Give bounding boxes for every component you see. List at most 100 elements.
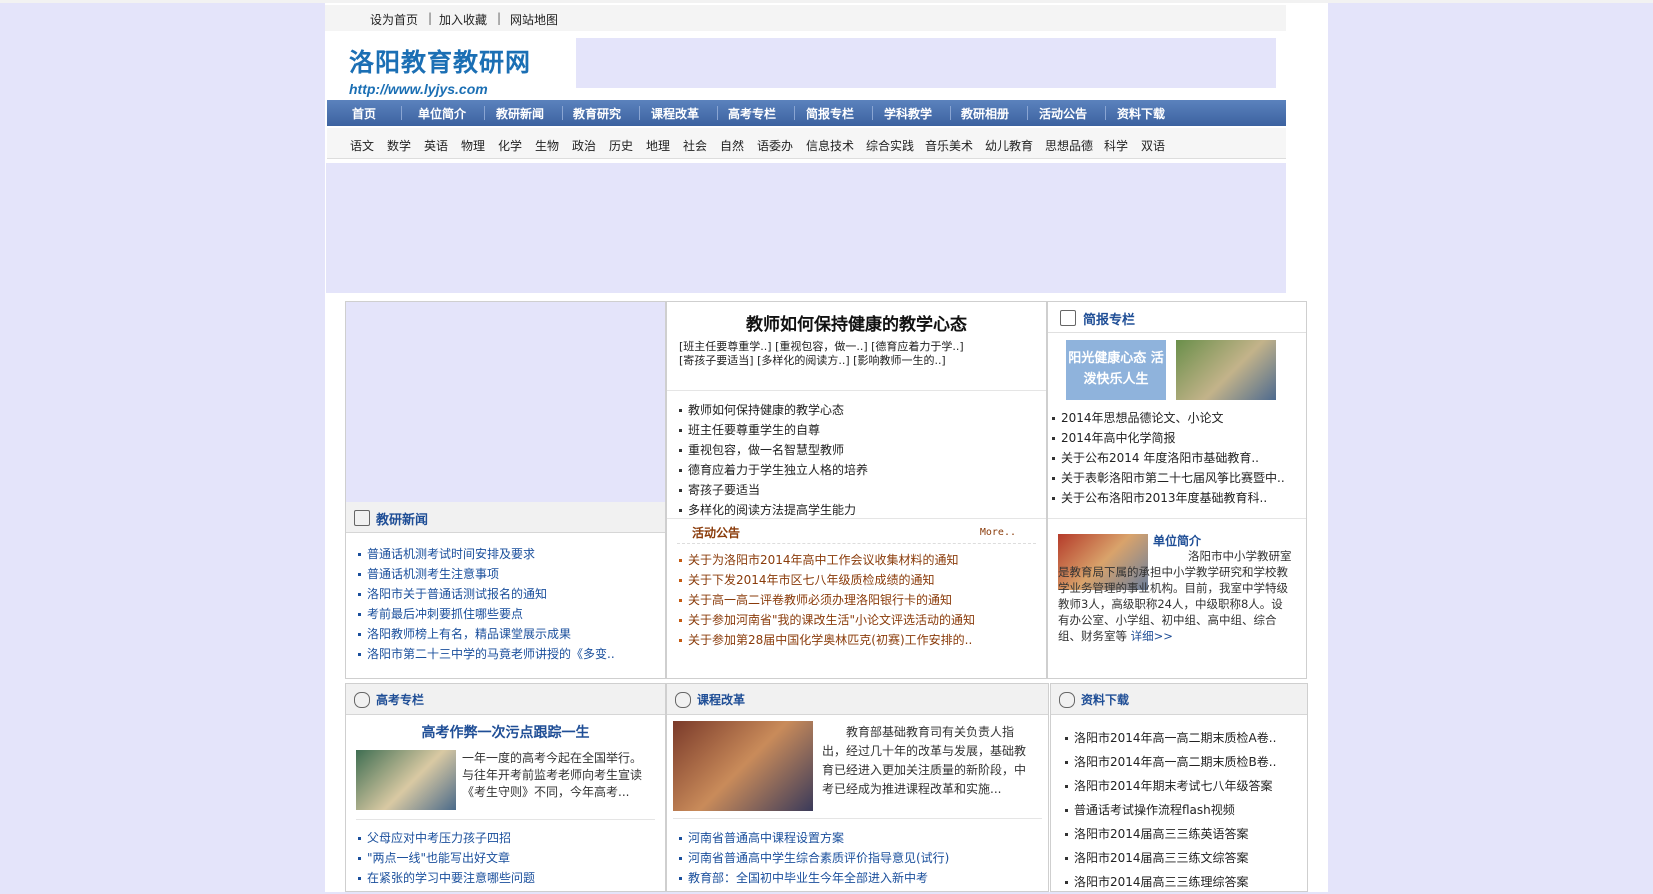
list-item[interactable]: 关于高一高二评卷教师必须办理洛阳银行卡的通知 xyxy=(679,590,975,610)
site-map-link[interactable]: 网站地图 xyxy=(510,11,558,28)
logo-title: 洛阳教育教研网 xyxy=(349,48,532,77)
subject-link[interactable]: 音乐美术 xyxy=(925,137,973,154)
nav-item-subjects[interactable]: 学科教学 xyxy=(884,105,932,122)
nav-item-briefing[interactable]: 简报专栏 xyxy=(806,105,854,122)
separator: | xyxy=(428,11,433,25)
subject-link[interactable]: 历史 xyxy=(609,137,633,154)
subject-link[interactable]: 双语 xyxy=(1141,137,1165,154)
slideshow-placeholder[interactable] xyxy=(346,302,665,502)
center-column: 教师如何保持健康的教学心态 [班主任要尊重学..] [重视包容，做一..] [德… xyxy=(666,301,1047,679)
top-links-bar: 设为首页 | 加入收藏 | 网站地图 xyxy=(325,5,1286,31)
list-item[interactable]: 关于公布洛阳市2013年度基础教育科.. xyxy=(1052,488,1285,508)
headline-title[interactable]: 教师如何保持健康的教学心态 xyxy=(667,310,1046,335)
list-item[interactable]: 2014年思想品德论文、小论文 xyxy=(1052,408,1285,428)
list-item[interactable]: 教师如何保持健康的教学心态 xyxy=(679,400,868,420)
list-item[interactable]: 洛阳市2014届高三三练文综答案 xyxy=(1065,846,1276,870)
details-link[interactable]: 详细>> xyxy=(1131,629,1173,643)
list-item[interactable]: 关于公布2014 年度洛阳市基础教育.. xyxy=(1052,448,1285,468)
subject-link[interactable]: 英语 xyxy=(424,137,448,154)
list-item[interactable]: 洛阳市2014年高一高二期末质检B卷.. xyxy=(1065,750,1276,774)
list-item[interactable]: 洛阳教师榜上有名，精品课堂展示成果 xyxy=(358,624,615,644)
list-item[interactable]: 关于表彰洛阳市第二十七届风筝比赛暨中.. xyxy=(1052,468,1285,488)
list-item[interactable]: 普通话考试操作流程flash视频 xyxy=(1065,798,1276,822)
curriculum-summary: 教育部基础教育司有关负责人指出，经过几十年的改革与发展，基础教育已经进入更加关注… xyxy=(822,725,1027,796)
list-item[interactable]: 在紧张的学习中要注意哪些问题 xyxy=(358,868,535,888)
left-column: 教研新闻 普通话机测考试时间安排及要求 普通话机测考生注意事项 洛阳市关于普通话… xyxy=(345,301,666,679)
list-item[interactable]: 洛阳市2014届高三三练理综答案 xyxy=(1065,870,1276,894)
headline-links-1[interactable]: [班主任要尊重学..] [重视包容，做一..] [德育应着力于学..] xyxy=(679,340,964,354)
list-item[interactable]: 河南省普通高中课程设置方案 xyxy=(679,828,949,848)
list-item[interactable]: 关于为洛阳市2014年高中工作会议收集材料的通知 xyxy=(679,550,975,570)
list-item[interactable]: 洛阳市2014年高一高二期末质检A卷.. xyxy=(1065,726,1276,750)
nav-item-home[interactable]: 首页 xyxy=(352,105,376,122)
nav-item-album[interactable]: 教研相册 xyxy=(961,105,1009,122)
subject-link[interactable]: 生物 xyxy=(535,137,559,154)
list-item[interactable]: 洛阳市第二十三中学的马竟老师讲授的《多变.. xyxy=(358,644,615,664)
more-link[interactable]: More.. xyxy=(980,527,1016,538)
subject-link[interactable]: 自然 xyxy=(720,137,744,154)
site-logo[interactable]: 洛阳教育教研网 http://www.lyjys.com xyxy=(349,43,531,97)
subject-link[interactable]: 数学 xyxy=(387,137,411,154)
nav-item-unit[interactable]: 单位简介 xyxy=(418,105,466,122)
list-item[interactable]: 普通话机测考试时间安排及要求 xyxy=(358,544,615,564)
list-item[interactable]: 2014年高中化学简报 xyxy=(1052,428,1285,448)
subject-link[interactable]: 幼儿教育 xyxy=(985,137,1033,154)
list-item[interactable]: 关于下发2014年市区七八年级质检成绩的通知 xyxy=(679,570,975,590)
list-item[interactable]: 关于参加河南省"我的课改生活"小论文评选活动的通知 xyxy=(679,610,975,630)
nav-item-gaokao[interactable]: 高考专栏 xyxy=(728,105,776,122)
headline-list: 教师如何保持健康的教学心态 班主任要尊重学生的自尊 重视包容，做一名智慧型教师 … xyxy=(679,400,868,520)
subject-link[interactable]: 思想品德 xyxy=(1045,137,1093,154)
list-item[interactable]: 德育应着力于学生独立人格的培养 xyxy=(679,460,868,480)
subject-link[interactable]: 科学 xyxy=(1104,137,1128,154)
users-icon xyxy=(354,692,370,708)
list-item[interactable]: 父母应对中考压力孩子四招 xyxy=(358,828,535,848)
list-item[interactable]: 洛阳市2014年期末考试七八年级答案 xyxy=(1065,774,1276,798)
subject-link[interactable]: 社会 xyxy=(683,137,707,154)
edit-icon xyxy=(354,510,370,526)
add-favorite-link[interactable]: 加入收藏 xyxy=(439,11,487,28)
gaokao-header: 高考专栏 xyxy=(346,684,665,715)
nav-item-download[interactable]: 资料下载 xyxy=(1117,105,1165,122)
list-item[interactable]: "两点一线"也能写出好文章 xyxy=(358,848,535,868)
subject-link[interactable]: 信息技术 xyxy=(806,137,854,154)
nav-item-news[interactable]: 教研新闻 xyxy=(496,105,544,122)
nav-item-curriculum[interactable]: 课程改革 xyxy=(651,105,699,122)
briefing-photo[interactable] xyxy=(1176,340,1276,400)
main-banner-placeholder xyxy=(326,163,1286,293)
subject-link[interactable]: 地理 xyxy=(646,137,670,154)
list-item[interactable]: 普通话机测考生注意事项 xyxy=(358,564,615,584)
list-item[interactable]: 寄孩子要适当 xyxy=(679,480,868,500)
briefing-image[interactable]: 阳光健康心态 活泼快乐人生 xyxy=(1066,340,1166,400)
nav-item-activity[interactable]: 活动公告 xyxy=(1039,105,1087,122)
subject-link[interactable]: 物理 xyxy=(461,137,485,154)
curriculum-photo[interactable] xyxy=(673,721,813,811)
list-item[interactable]: 班主任要尊重学生的自尊 xyxy=(679,420,868,440)
list-item[interactable]: 重视包容，做一名智慧型教师 xyxy=(679,440,868,460)
list-item[interactable]: 教育部：全国初中毕业生今年全部进入新中考 xyxy=(679,868,949,888)
list-item[interactable]: 河南省普通高中学生综合素质评价指导意见(试行) xyxy=(679,848,949,868)
downloads-header: 资料下载 xyxy=(1051,684,1307,715)
download-icon xyxy=(1059,692,1075,708)
list-item[interactable]: 关于参加第28届中国化学奥林匹克(初赛)工作安排的.. xyxy=(679,630,975,650)
gaokao-headline[interactable]: 高考作弊一次污点跟踪一生 xyxy=(346,722,665,742)
list-item[interactable]: 多样化的阅读方法提高学生能力 xyxy=(679,500,868,520)
set-homepage-link[interactable]: 设为首页 xyxy=(370,11,418,28)
unit-intro-title[interactable]: 单位简介 xyxy=(1153,532,1201,549)
subject-link[interactable]: 综合实践 xyxy=(866,137,914,154)
header-ad-placeholder xyxy=(576,38,1276,88)
section-title: 课程改革 xyxy=(697,693,746,707)
downloads-section: 资料下载 洛阳市2014年高一高二期末质检A卷.. 洛阳市2014年高一高二期末… xyxy=(1050,683,1308,892)
headline-links-2[interactable]: [寄孩子要适当] [多样化的阅读方..] [影响教师一生的..] xyxy=(679,354,946,368)
gaokao-photo[interactable] xyxy=(356,750,456,810)
section-title: 教研新闻 xyxy=(376,513,429,528)
subject-link[interactable]: 语文 xyxy=(350,137,374,154)
section-title: 高考专栏 xyxy=(376,693,425,707)
list-item[interactable]: 洛阳市2014届高三三练英语答案 xyxy=(1065,822,1276,846)
subject-link[interactable]: 政治 xyxy=(572,137,596,154)
nav-item-research[interactable]: 教育研究 xyxy=(573,105,621,122)
list-item[interactable]: 考前最后冲刺要抓住哪些要点 xyxy=(358,604,615,624)
research-news-header: 教研新闻 xyxy=(346,502,665,533)
subject-link[interactable]: 语委办 xyxy=(757,137,793,154)
list-item[interactable]: 洛阳市关于普通话测试报名的通知 xyxy=(358,584,615,604)
subject-link[interactable]: 化学 xyxy=(498,137,522,154)
